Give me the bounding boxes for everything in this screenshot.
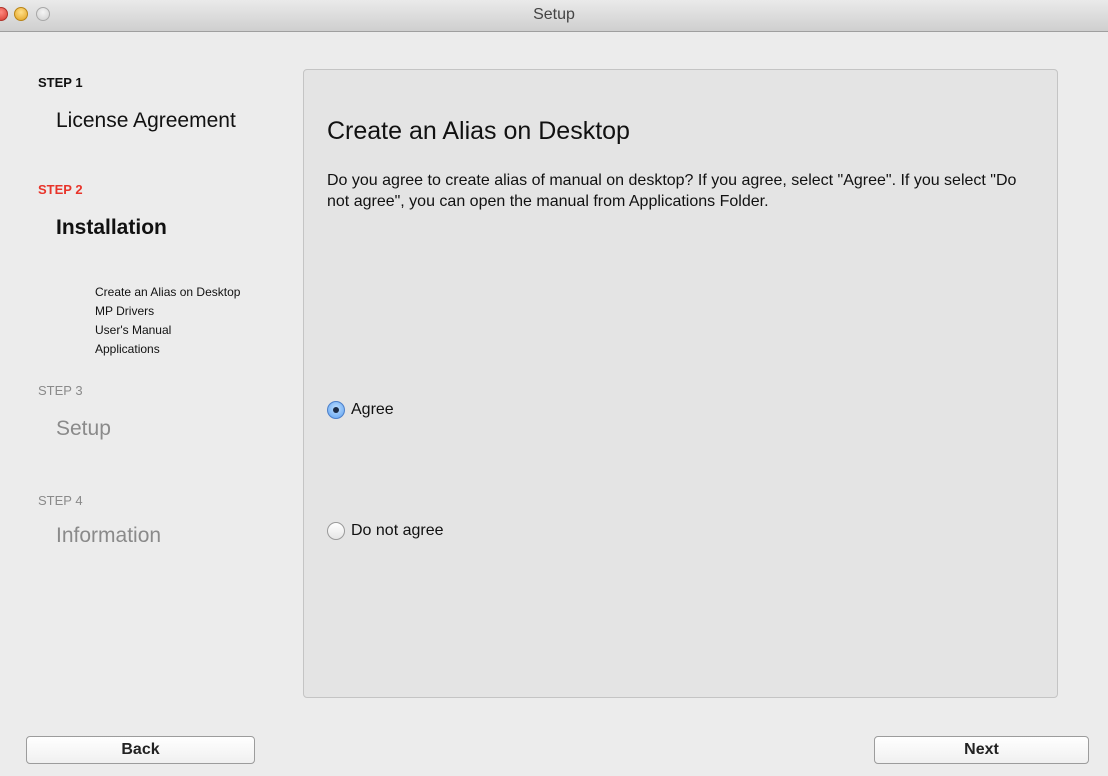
page-description: Do you agree to create alias of manual o… <box>327 172 1017 210</box>
steps-sidebar: STEP 1 License Agreement STEP 2 Installa… <box>0 32 300 712</box>
step-1-title: License Agreement <box>56 109 236 132</box>
substep-users-manual: User's Manual <box>95 323 172 337</box>
back-button[interactable]: Back <box>26 736 255 764</box>
next-button[interactable]: Next <box>874 736 1089 764</box>
step-1-label: STEP 1 <box>38 75 83 90</box>
content-panel: Create an Alias on Desktop Do you agree … <box>303 69 1058 698</box>
substep-create-alias: Create an Alias on Desktop <box>95 285 241 299</box>
step-3-label: STEP 3 <box>38 383 83 398</box>
substep-applications: Applications <box>95 342 160 356</box>
window-title: Setup <box>533 6 575 23</box>
step-4-title: Information <box>56 524 162 547</box>
radio-unselected-icon[interactable] <box>327 522 345 540</box>
do-not-agree-label[interactable]: Do not agree <box>351 522 444 540</box>
step-2-title: Installation <box>56 216 167 239</box>
step-2-label: STEP 2 <box>38 182 83 197</box>
window-titlebar: Setup <box>0 0 1108 32</box>
substep-mp-drivers: MP Drivers <box>95 304 155 318</box>
page-title: Create an Alias on Desktop <box>327 117 630 145</box>
agree-label[interactable]: Agree <box>351 401 394 419</box>
step-3-title: Setup <box>56 417 111 440</box>
step-4-label: STEP 4 <box>38 493 83 508</box>
radio-selected-icon[interactable] <box>327 401 345 419</box>
do-not-agree-option[interactable]: Do not agree <box>327 522 444 540</box>
agree-option[interactable]: Agree <box>327 401 394 419</box>
